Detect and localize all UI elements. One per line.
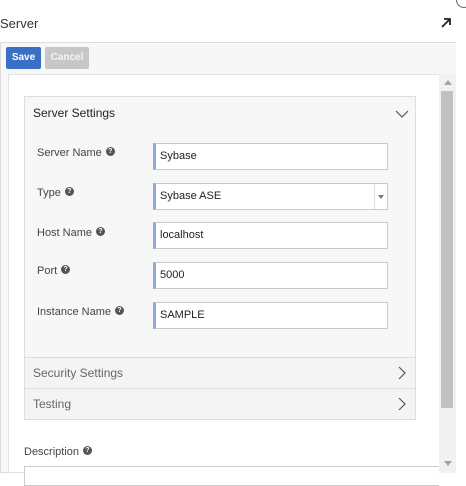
question-mark-icon[interactable]: ? [105, 147, 115, 156]
scrollbar-thumb[interactable] [441, 91, 453, 408]
testing-header[interactable]: Testing [33, 397, 71, 411]
server-name-input[interactable]: Sybase [153, 143, 388, 170]
scroll-down-arrow-icon[interactable] [444, 461, 452, 466]
description-label: Description? [24, 446, 93, 458]
host-name-label: Host Name? [37, 227, 106, 239]
port-label: Port? [37, 265, 71, 277]
security-settings-header[interactable]: Security Settings [33, 366, 123, 380]
server-settings-header[interactable]: Server Settings [33, 106, 115, 120]
security-settings-section[interactable]: Security Settings [24, 357, 416, 389]
panel-title: Server [0, 16, 39, 31]
question-mark-icon[interactable]: ? [64, 187, 74, 196]
help-circle-icon[interactable] [456, 0, 466, 8]
chevron-right-icon[interactable] [395, 397, 409, 411]
question-mark-icon[interactable]: ? [61, 265, 71, 274]
question-mark-icon[interactable]: ? [114, 306, 124, 315]
chevron-right-icon[interactable] [395, 366, 409, 380]
scroll-up-arrow-icon[interactable] [444, 80, 452, 85]
cancel-button[interactable]: Cancel [45, 47, 89, 69]
description-textarea[interactable] [24, 466, 439, 486]
select-divider [374, 184, 375, 209]
testing-section[interactable]: Testing [24, 388, 416, 420]
host-name-input[interactable]: localhost [153, 222, 388, 249]
port-input[interactable]: 5000 [153, 262, 388, 289]
question-mark-icon[interactable]: ? [96, 227, 106, 236]
type-select-value: Sybase ASE [160, 190, 222, 202]
instance-name-label: Instance Name? [37, 306, 124, 318]
instance-name-input[interactable]: SAMPLE [153, 302, 388, 329]
type-select[interactable]: Sybase ASE [153, 183, 388, 210]
toolbar: Save Cancel [0, 43, 456, 73]
type-label: Type? [37, 187, 74, 199]
question-mark-icon[interactable]: ? [83, 446, 93, 455]
expand-arrow-icon[interactable] [440, 17, 452, 29]
save-button[interactable]: Save [6, 47, 41, 69]
dropdown-arrow-icon[interactable] [378, 195, 384, 199]
server-name-label: Server Name? [37, 147, 115, 159]
chevron-down-icon[interactable] [395, 107, 409, 121]
